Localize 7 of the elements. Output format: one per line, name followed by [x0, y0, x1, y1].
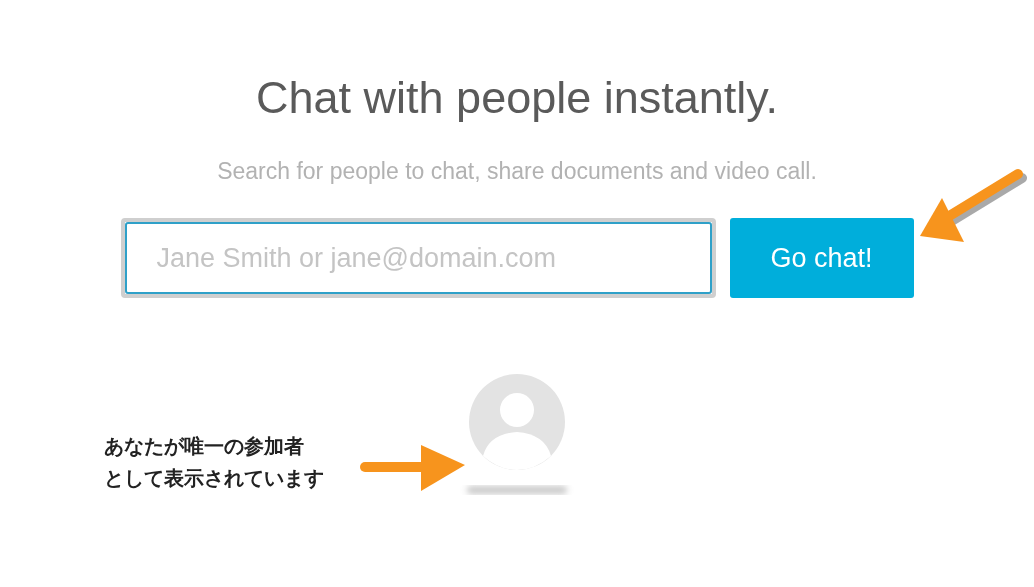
search-field[interactable]: Jane Smith or jane@domain.com	[120, 218, 716, 298]
annotation-text: あなたが唯一の参加者	[104, 433, 305, 460]
go-chat-button[interactable]: Go chat!	[729, 218, 914, 298]
page-subtitle: Search for people to chat, share documents and video call.	[217, 157, 817, 186]
avatar-icon	[467, 372, 567, 472]
page-heading: Chat with people instantly.	[256, 71, 778, 125]
annotation-text: として表示されています	[104, 465, 324, 492]
